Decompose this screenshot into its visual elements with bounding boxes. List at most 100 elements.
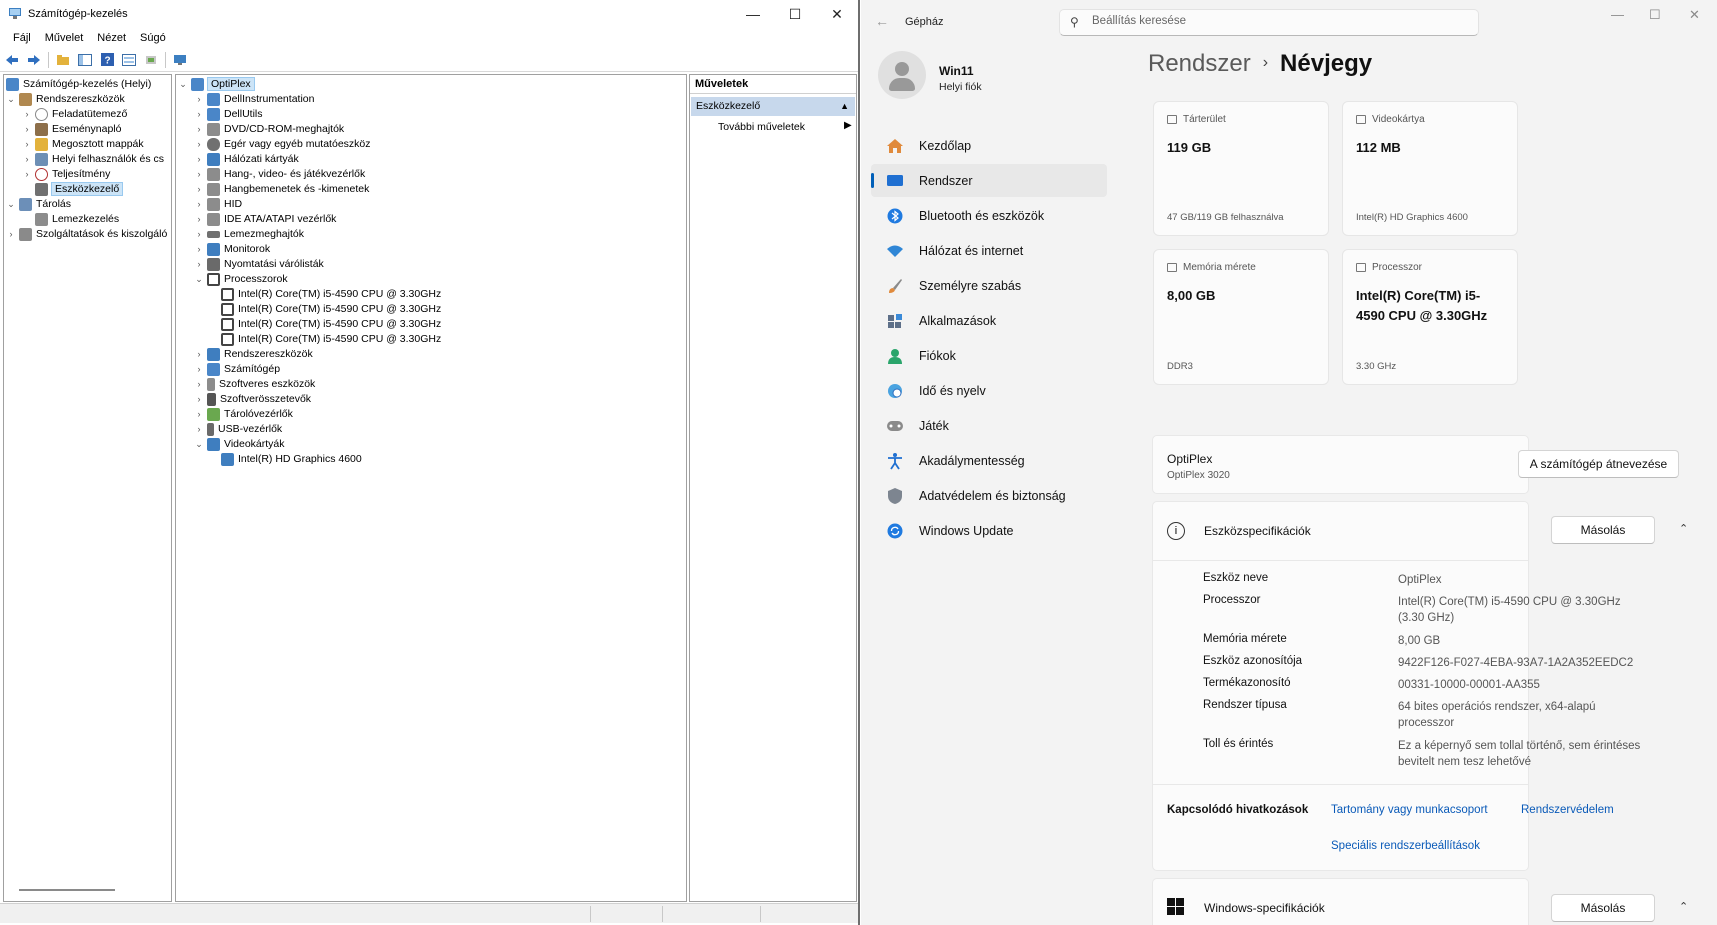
tree-item-system-tools[interactable]: ⌄ Rendszereszközök xyxy=(6,91,125,107)
submenu-arrow-icon[interactable]: ▶ xyxy=(844,120,852,131)
tree-item-local-users[interactable]: › Helyi felhasználók és cs xyxy=(22,151,164,167)
back-arrow-icon[interactable] xyxy=(4,52,20,68)
nav-accounts[interactable]: Fiókok xyxy=(871,339,1107,372)
maximize-button[interactable]: ☐ xyxy=(774,0,816,28)
chevron-right-icon[interactable]: › xyxy=(194,379,204,389)
nav-windows-update[interactable]: Windows Update xyxy=(871,514,1107,547)
device-category[interactable]: › HID xyxy=(194,196,242,212)
nav-gaming[interactable]: Játék xyxy=(871,409,1107,442)
tree-item-task-scheduler[interactable]: › Feladatütemező xyxy=(22,106,127,122)
processor-card[interactable]: Processzor Intel(R) Core(TM) i5-4590 CPU… xyxy=(1342,249,1518,385)
chevron-right-icon[interactable]: › xyxy=(194,109,204,119)
nav-accessibility[interactable]: Akadálymentesség xyxy=(871,444,1107,477)
tree-item-device-manager[interactable]: Eszközkezelő xyxy=(32,181,124,197)
breadcrumb-parent[interactable]: Rendszer xyxy=(1148,50,1251,77)
minimize-button[interactable]: — xyxy=(732,0,774,28)
chevron-right-icon[interactable]: › xyxy=(194,229,204,239)
link-domain-workgroup[interactable]: Tartomány vagy munkacsoport xyxy=(1331,804,1488,816)
chevron-up-icon[interactable]: ⌃ xyxy=(1679,522,1688,535)
device-category-processors[interactable]: ⌄ Processzorok xyxy=(194,271,288,287)
chevron-right-icon[interactable]: › xyxy=(194,214,204,224)
close-button[interactable]: ✕ xyxy=(1689,7,1700,23)
device-category[interactable]: › USB-vezérlők xyxy=(194,421,282,437)
tree-item-shared-folders[interactable]: › Megosztott mappák xyxy=(22,136,144,152)
chevron-right-icon[interactable]: › xyxy=(194,424,204,434)
more-actions-item[interactable]: További műveletek xyxy=(718,121,805,133)
nav-home[interactable]: Kezdőlap xyxy=(871,129,1107,162)
collapse-triangle-icon[interactable]: ▲ xyxy=(840,101,849,111)
tree-item-performance[interactable]: › Teljesítmény xyxy=(22,166,110,182)
copy-windows-specs-button[interactable]: Másolás xyxy=(1551,894,1655,922)
device-category[interactable]: › IDE ATA/ATAPI vezérlők xyxy=(194,211,336,227)
chevron-right-icon[interactable]: › xyxy=(194,169,204,179)
device-category[interactable]: › Rendszereszközök xyxy=(194,346,313,362)
menu-help[interactable]: Súgó xyxy=(140,32,166,44)
chevron-right-icon[interactable]: › xyxy=(194,244,204,254)
device-category[interactable]: › Hálózati kártyák xyxy=(194,151,299,167)
menu-view[interactable]: Nézet xyxy=(97,32,126,44)
nav-bluetooth[interactable]: Bluetooth és eszközök xyxy=(871,199,1107,232)
maximize-button[interactable]: ☐ xyxy=(1649,7,1661,23)
chevron-right-icon[interactable]: › xyxy=(22,124,32,134)
device-category[interactable]: › Monitorok xyxy=(194,241,270,257)
chevron-right-icon[interactable]: › xyxy=(22,169,32,179)
back-arrow-icon[interactable]: ← xyxy=(875,13,889,29)
chevron-down-icon[interactable]: ⌄ xyxy=(178,79,188,90)
forward-arrow-icon[interactable] xyxy=(26,52,42,68)
device-category[interactable]: › Nyomtatási várólisták xyxy=(194,256,324,272)
tree-item-services[interactable]: › Szolgáltatások és kiszolgáló xyxy=(6,226,167,242)
chevron-right-icon[interactable]: › xyxy=(194,409,204,419)
settings-search-input[interactable]: ⚲ Beállítás keresése xyxy=(1059,9,1479,36)
memory-card[interactable]: Memória mérete 8,00 GB DDR3 xyxy=(1153,249,1329,385)
chevron-right-icon[interactable]: › xyxy=(194,184,204,194)
rename-pc-button[interactable]: A számítógép átnevezése xyxy=(1518,450,1679,478)
device-category[interactable]: › Tárolóvezérlők xyxy=(194,406,293,422)
menu-action[interactable]: Művelet xyxy=(45,32,84,44)
properties-icon[interactable] xyxy=(121,52,137,68)
nav-network[interactable]: Hálózat és internet xyxy=(871,234,1107,267)
chevron-down-icon[interactable]: ⌄ xyxy=(194,274,204,285)
device-category[interactable]: › Egér vagy egyéb mutatóeszköz xyxy=(194,136,371,152)
refresh-icon[interactable] xyxy=(143,52,159,68)
chevron-down-icon[interactable]: ⌄ xyxy=(6,199,16,210)
nav-personalization[interactable]: Személyre szabás xyxy=(871,269,1107,302)
tree-item-computer-management[interactable]: Számítógép-kezelés (Helyi) xyxy=(6,76,151,92)
chevron-right-icon[interactable]: › xyxy=(194,199,204,209)
chevron-right-icon[interactable]: › xyxy=(194,259,204,269)
horizontal-scrollbar[interactable] xyxy=(19,889,115,891)
device-root[interactable]: ⌄ OptiPlex xyxy=(178,76,255,92)
nav-apps[interactable]: Alkalmazások xyxy=(871,304,1107,337)
storage-card[interactable]: Tárterület 119 GB 47 GB/119 GB felhaszná… xyxy=(1153,101,1329,236)
copy-specs-button[interactable]: Másolás xyxy=(1551,516,1655,544)
link-advanced-system-settings[interactable]: Speciális rendszerbeállítások xyxy=(1331,840,1480,852)
device-category[interactable]: › DellUtils xyxy=(194,106,263,122)
chevron-up-icon[interactable]: ⌃ xyxy=(1679,900,1688,913)
tree-item-event-viewer[interactable]: › Eseménynapló xyxy=(22,121,121,137)
nav-time-language[interactable]: Idő és nyelv xyxy=(871,374,1107,407)
chevron-right-icon[interactable]: › xyxy=(194,124,204,134)
chevron-right-icon[interactable]: › xyxy=(194,154,204,164)
chevron-right-icon[interactable]: › xyxy=(194,394,204,404)
chevron-right-icon[interactable]: › xyxy=(194,349,204,359)
device-category[interactable]: › DellInstrumentation xyxy=(194,91,314,107)
device-item-cpu[interactable]: Intel(R) Core(TM) i5-4590 CPU @ 3.30GHz xyxy=(218,286,441,302)
show-hide-tree-icon[interactable] xyxy=(77,52,93,68)
up-folder-icon[interactable] xyxy=(55,52,71,68)
minimize-button[interactable]: — xyxy=(1611,7,1624,22)
nav-system[interactable]: Rendszer xyxy=(871,164,1107,197)
device-category[interactable]: › Lemezmeghajtók xyxy=(194,226,304,242)
chevron-right-icon[interactable]: › xyxy=(22,154,32,164)
gpu-card[interactable]: Videokártya 112 MB Intel(R) HD Graphics … xyxy=(1342,101,1518,236)
chevron-right-icon[interactable]: › xyxy=(194,94,204,104)
actions-section-device-manager[interactable]: Eszközkezelő ▲ xyxy=(691,97,855,116)
help-icon[interactable]: ? xyxy=(99,52,115,68)
device-category[interactable]: › Hang-, video- és játékvezérlők xyxy=(194,166,365,182)
device-category[interactable]: › Számítógép xyxy=(194,361,280,377)
chevron-right-icon[interactable]: › xyxy=(22,109,32,119)
device-category[interactable]: › DVD/CD-ROM-meghajtók xyxy=(194,121,344,137)
monitor-icon[interactable] xyxy=(172,52,188,68)
tree-item-disk-management[interactable]: Lemezkezelés xyxy=(32,211,119,227)
device-item-cpu[interactable]: Intel(R) Core(TM) i5-4590 CPU @ 3.30GHz xyxy=(218,331,441,347)
chevron-down-icon[interactable]: ⌄ xyxy=(194,439,204,450)
nav-privacy[interactable]: Adatvédelem és biztonság xyxy=(871,479,1107,512)
